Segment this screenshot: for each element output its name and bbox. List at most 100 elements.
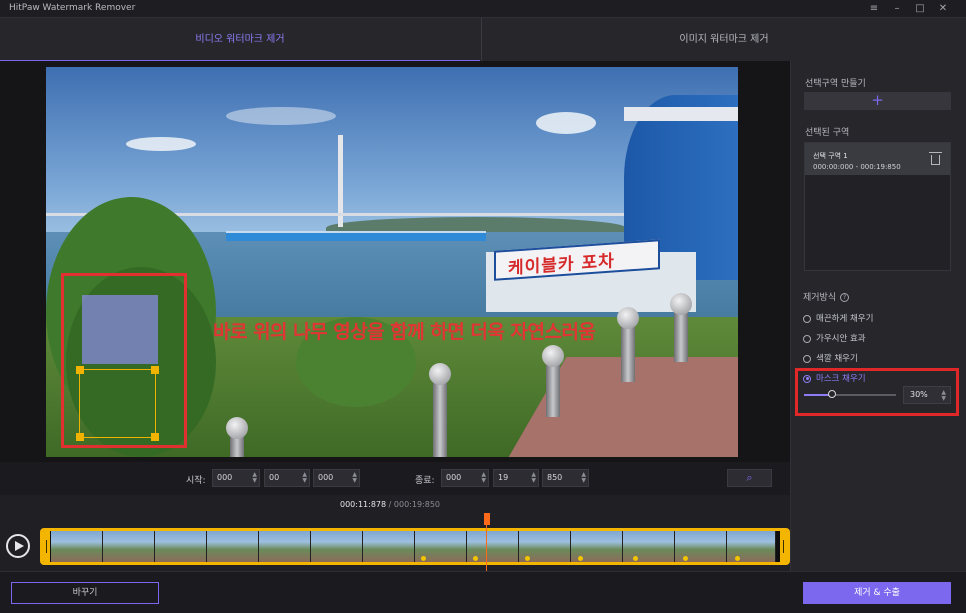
end-seconds-value: 19 [498, 473, 509, 482]
end-ms-value: 850 [547, 473, 563, 482]
plus-icon: + [871, 91, 884, 109]
start-label: 시작: [186, 476, 206, 486]
spinner-icon[interactable]: ▲ ▼ [941, 390, 946, 402]
mask-source-patch[interactable] [82, 295, 158, 364]
total-time: 000:19:850 [393, 500, 440, 509]
playhead-handle[interactable] [484, 513, 490, 525]
scene-cloud [536, 112, 596, 134]
replace-button[interactable]: 바꾸기 [11, 582, 159, 604]
method-gaussian-blur[interactable]: 가우시안 효과 [803, 332, 866, 344]
spinner-icon[interactable]: ▲ ▼ [302, 472, 307, 484]
current-time: 000:11:878 [340, 500, 387, 509]
radio-icon[interactable] [803, 334, 811, 343]
timeline-frame [259, 531, 311, 562]
timeline-frame [623, 531, 675, 562]
spinner-icon[interactable]: ▲ ▼ [531, 472, 536, 484]
end-label: 종료: [415, 476, 435, 486]
region-range: 000:00:000 - 000:19:850 [813, 163, 901, 171]
spinner-icon[interactable]: ▲ ▼ [352, 472, 357, 484]
play-button[interactable] [6, 534, 30, 558]
radio-icon[interactable] [803, 314, 811, 323]
add-region-button[interactable]: + [804, 92, 951, 110]
close-icon[interactable]: ✕ [935, 1, 951, 16]
overlay-annotation-text: 바로 위의 나무 영상을 함께 하면 더욱 자연스러움 [213, 321, 596, 343]
playback-time: 000:11:878 / 000:19:850 [340, 500, 440, 509]
scene-post-cap [670, 293, 692, 315]
timeline-marker [578, 556, 583, 561]
timeline-marker [421, 556, 426, 561]
method-label: 색깔 채우기 [816, 354, 858, 364]
method-color-fill[interactable]: 색깔 채우기 [803, 352, 858, 364]
zoom-search-button[interactable]: ⌕ [727, 469, 772, 487]
scene-cloud [126, 137, 196, 151]
start-seconds-value: 00 [269, 473, 280, 482]
playhead-line [486, 525, 487, 571]
scene-cloud [226, 107, 336, 125]
trim-handle-start[interactable] [43, 531, 50, 562]
maximize-icon[interactable]: □ [912, 1, 928, 16]
trash-icon[interactable] [929, 152, 942, 165]
region-name: 선택 구역 1 [813, 152, 848, 160]
remove-and-export-button[interactable]: 제거 & 수출 [803, 582, 951, 604]
title-bar: HitPaw Watermark Remover ≡ – □ ✕ [0, 0, 966, 17]
timeline-marker [633, 556, 638, 561]
end-ms-input[interactable]: 850 ▲ ▼ [542, 469, 589, 487]
resize-handle-bottom-right[interactable] [151, 433, 159, 441]
opacity-value: 30% [910, 390, 928, 399]
timeline-marker [473, 556, 478, 561]
start-hours-value: 000 [217, 473, 233, 482]
timeline-frame [363, 531, 415, 562]
timeline-marker [683, 556, 688, 561]
minimize-icon[interactable]: – [889, 1, 905, 16]
spinner-icon[interactable]: ▲ ▼ [252, 472, 257, 484]
end-seconds-input[interactable]: 19 ▲ ▼ [493, 469, 539, 487]
timeline-marker [525, 556, 530, 561]
timeline-strip[interactable] [40, 528, 790, 565]
resize-handle-top-right[interactable] [151, 366, 159, 374]
mode-tabs: 비디오 워터마크 제거 이미지 워터마크 제거 [0, 17, 966, 62]
end-hours-input[interactable]: 000 ▲ ▼ [441, 469, 489, 487]
list-item[interactable]: 선택 구역 1 000:00:000 - 000:19:850 [805, 143, 950, 175]
method-label: 매끈하게 채우기 [816, 314, 874, 324]
selected-regions-label: 선택된 구역 [805, 128, 850, 138]
method-smooth-fill[interactable]: 매끈하게 채우기 [803, 312, 873, 324]
end-hours-value: 000 [446, 473, 462, 482]
resize-handle-top-left[interactable] [76, 366, 84, 374]
video-preview[interactable]: 케이블카 포차 바로 위의 나무 영상을 함께 하면 더욱 자연스러움 [46, 67, 738, 457]
scene-post [433, 377, 447, 457]
timeline-frame [103, 531, 155, 562]
start-ms-input[interactable]: 000 ▲ ▼ [313, 469, 360, 487]
removal-method-heading: 제거방식? [803, 290, 850, 303]
time-controls [0, 462, 790, 495]
menu-icon[interactable]: ≡ [866, 1, 882, 16]
resize-handle-bottom-left[interactable] [76, 433, 84, 441]
scene-building-stripe [624, 107, 738, 121]
search-icon: ⌕ [746, 471, 753, 484]
scene-walkway [226, 231, 486, 241]
spinner-icon[interactable]: ▲ ▼ [581, 472, 586, 484]
opacity-input[interactable]: 30% ▲ ▼ [903, 386, 951, 404]
time-separator: / [386, 500, 394, 509]
play-icon [15, 541, 24, 551]
tab-image-watermark[interactable]: 이미지 워터마크 제거 [481, 18, 966, 61]
start-hours-input[interactable]: 000 ▲ ▼ [212, 469, 260, 487]
scene-post-cap [542, 345, 564, 367]
scene-post-cap [617, 307, 639, 329]
scene-post-cap [429, 363, 451, 385]
radio-icon[interactable] [803, 354, 811, 363]
trim-handle-end[interactable] [780, 531, 787, 562]
start-ms-value: 000 [318, 473, 334, 482]
spinner-icon[interactable]: ▲ ▼ [481, 472, 486, 484]
timeline-marker [735, 556, 740, 561]
watermark-selection-box[interactable] [76, 366, 159, 441]
opacity-slider[interactable] [804, 390, 896, 398]
timeline-frame [311, 531, 363, 562]
help-icon[interactable]: ? [840, 293, 850, 302]
timeline-frame [51, 531, 103, 562]
tab-video-watermark[interactable]: 비디오 워터마크 제거 [0, 18, 480, 61]
start-seconds-input[interactable]: 00 ▲ ▼ [264, 469, 310, 487]
slider-knob[interactable] [827, 390, 836, 398]
timeline-frame [155, 531, 207, 562]
removal-method-label: 제거방식 [803, 293, 837, 303]
create-region-label: 선택구역 만들기 [805, 79, 866, 89]
